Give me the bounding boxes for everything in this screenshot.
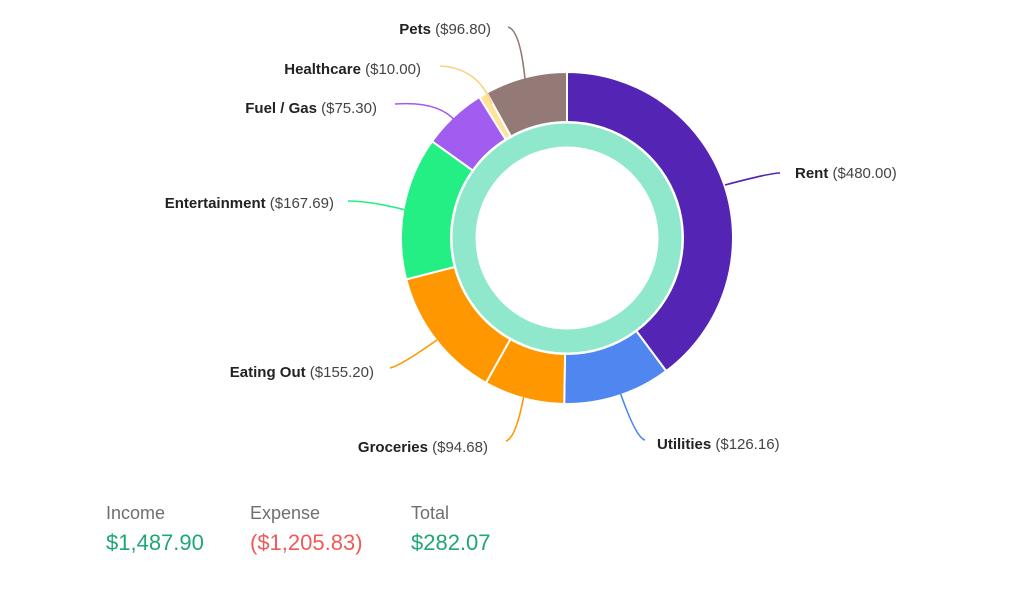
slice-label-groceries: Groceries ($94.68): [358, 439, 488, 456]
slice-label-fuel-gas: Fuel / Gas ($75.30): [245, 100, 377, 117]
leader-line-eating-out: [389, 339, 438, 369]
leader-line-groceries: [505, 394, 525, 442]
total-label: Total: [411, 503, 450, 523]
expense-value: ($1,205.83): [250, 530, 363, 555]
leader-line-rent: [724, 172, 781, 186]
leader-line-fuel-gas: [394, 102, 457, 123]
slice-label-pets: Pets ($96.80): [399, 21, 491, 38]
total-value: $282.07: [411, 530, 491, 555]
total-summary: Total $282.07: [411, 500, 551, 560]
leader-line-pets: [507, 26, 526, 80]
expense-label: Expense: [250, 503, 321, 523]
income-summary: Income $1,487.90: [106, 500, 250, 560]
expense-summary: Expense ($1,205.83): [250, 500, 411, 560]
slice-label-eating-out: Eating Out ($155.20): [230, 364, 374, 381]
income-label: Income: [106, 503, 166, 523]
slice-label-utilities: Utilities ($126.16): [657, 436, 780, 453]
leader-line-utilities: [619, 391, 646, 441]
slice-label-rent: Rent ($480.00): [795, 165, 897, 182]
income-value: $1,487.90: [106, 530, 204, 555]
inner-ring: [452, 123, 682, 353]
slice-label-healthcare: Healthcare ($10.00): [284, 61, 421, 78]
slice-label-entertainment: Entertainment ($167.69): [165, 195, 334, 212]
summary-panel: Income $1,487.90 Expense ($1,205.83) Tot…: [106, 500, 551, 560]
outer-ring: [400, 70, 734, 405]
leader-line-entertainment: [347, 200, 407, 211]
